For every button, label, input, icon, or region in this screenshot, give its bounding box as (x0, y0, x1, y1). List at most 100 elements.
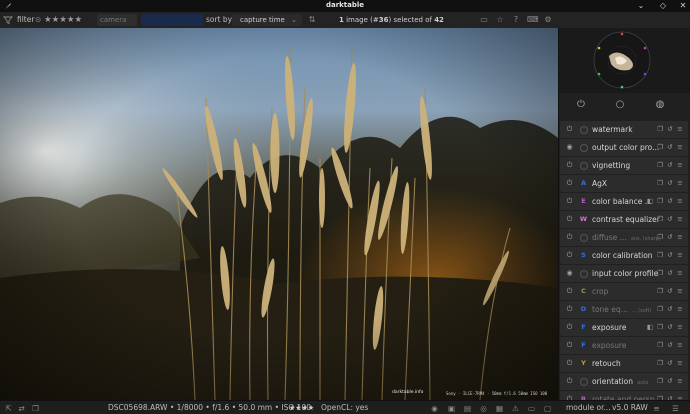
module-reset-icon[interactable]: ↺ (666, 323, 674, 332)
module-power-icon[interactable]: ⏻ (565, 323, 574, 332)
module-multi-instance-icon[interactable]: ❐ (656, 377, 664, 386)
module-row[interactable]: ⏻ Fexposure ◧ ❐ ↺ ≡ (560, 319, 688, 336)
presets-menu-icon[interactable]: ☰ (671, 404, 680, 413)
module-power-icon[interactable]: ◉ (565, 143, 574, 152)
camera-filter-field[interactable]: camera (97, 14, 137, 26)
module-multi-instance-icon[interactable]: ❐ (656, 323, 664, 332)
help-icon[interactable]: ? (511, 15, 521, 25)
module-power-icon[interactable]: ⏻ (565, 377, 574, 386)
module-presets-icon[interactable]: ≡ (676, 287, 684, 296)
module-row[interactable]: ⏻ Ccrop ❐ ↺ ≡ (560, 283, 688, 300)
guides-icon[interactable]: ▦ (495, 404, 504, 413)
reject-icon[interactable]: ⊝ (35, 12, 41, 28)
module-power-icon[interactable]: ⏻ (565, 215, 574, 224)
module-reset-icon[interactable]: ↺ (666, 233, 674, 242)
module-presets-icon[interactable]: ≡ (676, 125, 684, 134)
sort-order-icon[interactable]: ⇅ (307, 15, 317, 25)
module-row[interactable]: ⏻ vignetting ❐ ↺ ≡ (560, 157, 688, 174)
module-reset-icon[interactable]: ↺ (666, 251, 674, 260)
vectorscope[interactable] (559, 28, 690, 93)
module-row[interactable]: ⏻ Dtone eq...... (soft) ❐ ↺ ≡ (560, 301, 688, 318)
module-power-icon[interactable]: ⏻ (565, 179, 574, 188)
module-order-dropdown[interactable]: module or... (566, 401, 611, 414)
module-reset-icon[interactable]: ↺ (666, 359, 674, 368)
module-reset-icon[interactable]: ↺ (666, 341, 674, 350)
module-presets-icon[interactable]: ≡ (676, 197, 684, 206)
module-presets-icon[interactable]: ≡ (676, 215, 684, 224)
module-multi-instance-icon[interactable]: ❐ (656, 305, 664, 314)
module-presets-icon[interactable]: ≡ (676, 305, 684, 314)
module-row[interactable]: ⏻ watermark ❐ ↺ ≡ (560, 121, 688, 138)
module-multi-instance-icon[interactable]: ❐ (656, 197, 664, 206)
module-presets-icon[interactable]: ≡ (676, 359, 684, 368)
main-image-view[interactable] (0, 28, 558, 400)
module-row[interactable]: ⏻ Ecolor balance ... ◧ ❐ ↺ ≡ (560, 193, 688, 210)
preferences-gear-icon[interactable]: ⚙ (543, 15, 553, 25)
module-power-icon[interactable]: ⏻ (565, 197, 574, 206)
display-profile-icon[interactable]: ▢ (543, 404, 552, 413)
rating-filter-stars[interactable]: ★★★★★ (44, 12, 82, 28)
softproof-icon[interactable]: ▣ (447, 404, 456, 413)
module-multi-instance-icon[interactable]: ❐ (656, 269, 664, 278)
module-reset-icon[interactable]: ↺ (666, 197, 674, 206)
module-row[interactable]: ⏻ Wcontrast equalizer ❐ ↺ ≡ (560, 211, 688, 228)
minimize-icon[interactable]: ⌄ (636, 1, 646, 11)
module-row[interactable]: ◉ input color profile ❐ ↺ ≡ (560, 265, 688, 282)
warning-icon[interactable]: ⚠ (511, 404, 520, 413)
bulb-icon[interactable]: ◉ (430, 404, 439, 413)
module-reset-icon[interactable]: ↺ (666, 287, 674, 296)
module-multi-instance-icon[interactable]: ❐ (656, 179, 664, 188)
module-power-icon[interactable]: ⏻ (565, 251, 574, 260)
import-icon[interactable]: ⇱ (4, 404, 13, 413)
module-power-icon[interactable]: ◉ (565, 269, 574, 278)
module-multi-instance-icon[interactable]: ❐ (656, 287, 664, 296)
circle-icon[interactable]: ○ (613, 98, 627, 112)
history-compress-icon[interactable]: ≡ (652, 404, 661, 413)
module-power-icon[interactable]: ⏻ (565, 233, 574, 242)
module-multi-instance-icon[interactable]: ❐ (656, 359, 664, 368)
module-power-icon[interactable]: ⏻ (565, 161, 574, 170)
module-reset-icon[interactable]: ↺ (666, 305, 674, 314)
second-window-icon[interactable]: ▭ (527, 404, 536, 413)
module-presets-icon[interactable]: ≡ (676, 143, 684, 152)
module-power-icon[interactable]: ⏻ (565, 359, 574, 368)
close-icon[interactable]: ✕ (678, 1, 688, 11)
module-row[interactable]: ⏻ Scolor calibration ❐ ↺ ≡ (560, 247, 688, 264)
module-row[interactable]: ◉ output color pro... ❐ ↺ ≡ (560, 139, 688, 156)
module-presets-icon[interactable]: ≡ (676, 269, 684, 278)
compare-icon[interactable]: ⇄ (17, 404, 26, 413)
module-reset-icon[interactable]: ↺ (666, 377, 674, 386)
module-row[interactable]: ⏻ orientation auto ❐ ↺ ≡ (560, 373, 688, 390)
module-power-icon[interactable]: ⏻ (565, 287, 574, 296)
camera-value-field[interactable] (141, 14, 203, 26)
color-palette-icon[interactable]: ◍ (653, 98, 667, 112)
module-reset-icon[interactable]: ↺ (666, 161, 674, 170)
maximize-icon[interactable]: ◇ (658, 1, 668, 11)
module-multi-instance-icon[interactable]: ❐ (656, 161, 664, 170)
image-rating[interactable]: ★★★★ (289, 401, 314, 414)
filter-funnel-icon[interactable] (3, 15, 13, 25)
grouping-icon[interactable]: ▭ (479, 15, 489, 25)
power-icon[interactable]: ⏻ (574, 98, 588, 112)
module-presets-icon[interactable]: ≡ (676, 251, 684, 260)
module-mask-icon[interactable]: ◧ (646, 323, 654, 332)
module-presets-icon[interactable]: ≡ (676, 377, 684, 386)
module-multi-instance-icon[interactable]: ❐ (656, 233, 664, 242)
sort-dropdown[interactable]: capture time ⌄ (232, 14, 302, 26)
module-row[interactable]: ⏻ diffuse ... ans. (sharp) ❐ ↺ ≡ (560, 229, 688, 246)
module-multi-instance-icon[interactable]: ❐ (656, 341, 664, 350)
module-presets-icon[interactable]: ≡ (676, 179, 684, 188)
module-row[interactable]: ⏻ Yretouch ❐ ↺ ≡ (560, 355, 688, 372)
module-reset-icon[interactable]: ↺ (666, 143, 674, 152)
module-multi-instance-icon[interactable]: ❐ (656, 143, 664, 152)
module-multi-instance-icon[interactable]: ❐ (656, 251, 664, 260)
module-presets-icon[interactable]: ≡ (676, 323, 684, 332)
module-reset-icon[interactable]: ↺ (666, 125, 674, 134)
keyboard-shortcuts-icon[interactable]: ⌨ (527, 15, 539, 25)
duplicate-icon[interactable]: ❐ (31, 404, 40, 413)
gamut-check-icon[interactable]: ▤ (463, 404, 472, 413)
module-presets-icon[interactable]: ≡ (676, 341, 684, 350)
module-row[interactable]: ⏻ A AgX ❐ ↺ ≡ (560, 175, 688, 192)
overlays-star-icon[interactable]: ☆ (495, 15, 505, 25)
focus-peaking-icon[interactable]: ◎ (479, 404, 488, 413)
